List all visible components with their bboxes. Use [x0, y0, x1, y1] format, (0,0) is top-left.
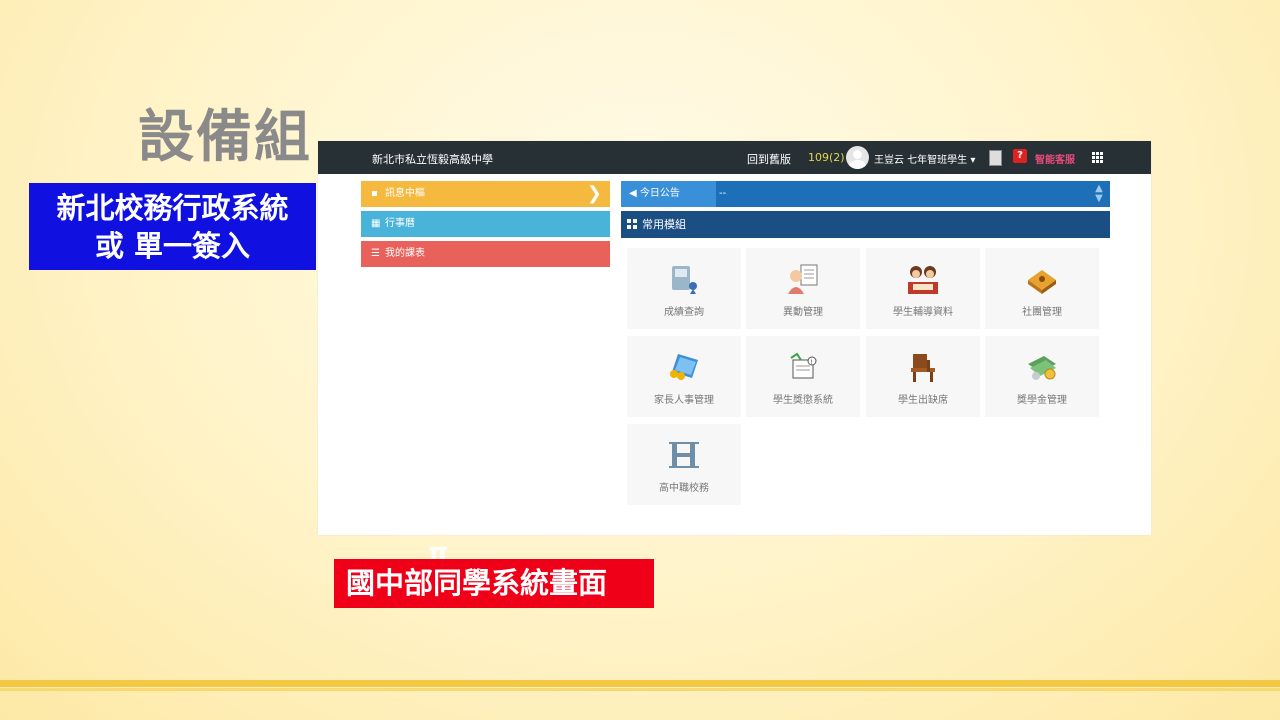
avatar[interactable]: [846, 146, 869, 169]
notice-title: 今日公告: [639, 188, 680, 199]
reward-icon: !: [790, 352, 817, 379]
grid-icon: [627, 219, 637, 229]
tile-label: 高中職校務: [659, 483, 709, 494]
term-label[interactable]: 109(2): [808, 151, 845, 164]
up-down-icon[interactable]: ▲ ▼: [1092, 184, 1106, 204]
menu-message-center[interactable]: ▪ 訊息中樞 ❯: [361, 181, 610, 207]
menu-label: 訊息中樞: [385, 188, 425, 199]
apps-grid-icon[interactable]: [1092, 152, 1104, 164]
menu-calendar[interactable]: ▦ 行事曆: [361, 211, 610, 237]
change-icon: [788, 264, 818, 294]
top-navbar: 新北市私立恆毅高級中學 回到舊版 109(2) 王豈云 七年智班學生 ▾ ? 智…: [318, 141, 1151, 174]
highschool-icon: [669, 442, 699, 468]
junior-high-caption: 國中部同學系統畫面: [334, 559, 654, 608]
tile-label: 學生獎懲系統: [773, 395, 833, 406]
module-grades[interactable]: 成績查詢: [627, 248, 741, 329]
smart-service-link[interactable]: 智能客服: [1035, 151, 1075, 166]
module-scholarship[interactable]: 獎學金管理: [985, 336, 1099, 417]
scholarship-icon: [1028, 356, 1056, 380]
tile-label: 學生輔導資料: [893, 307, 953, 318]
list-icon: ☰: [371, 248, 380, 259]
menu-label: 我的課表: [385, 248, 425, 259]
old-version-link[interactable]: 回到舊版: [747, 151, 791, 167]
megaphone-icon: ◀: [629, 188, 637, 199]
module-parents[interactable]: 家長人事管理: [627, 336, 741, 417]
menu-label: 行事曆: [385, 218, 415, 229]
module-change-management[interactable]: 異動管理: [746, 248, 860, 329]
notice-text: --: [719, 188, 727, 199]
tile-label: 異動管理: [783, 307, 823, 318]
tile-label: 學生出缺席: [898, 395, 948, 406]
system-callout: 新北校務行政系統 或 單一簽入: [29, 183, 316, 270]
tile-label: 獎學金管理: [1017, 395, 1067, 406]
callout-line-2: 或 單一簽入: [94, 229, 251, 263]
calendar-icon: ▦: [371, 218, 381, 229]
counseling-icon: [908, 266, 938, 294]
today-notice-bar[interactable]: ◀ 今日公告 -- ▲ ▼: [621, 181, 1110, 207]
module-clubs[interactable]: 社團管理: [985, 248, 1099, 329]
club-icon: [1028, 270, 1056, 294]
notice-label: ◀ 今日公告: [621, 181, 716, 207]
module-counseling[interactable]: 學生輔導資料: [866, 248, 980, 329]
module-attendance[interactable]: 學生出缺席: [866, 336, 980, 417]
common-modules-header: 常用模組: [621, 211, 1110, 238]
module-highschool[interactable]: 高中職校務: [627, 424, 741, 505]
slide-title: 設備組: [138, 105, 312, 170]
user-name: 王豈云 七年智班學生: [874, 155, 968, 166]
callout-line-1: 新北校務行政系統: [56, 191, 289, 225]
tile-label: 成績查詢: [664, 307, 704, 318]
chevron-right-icon: ❯: [586, 183, 602, 204]
bottom-stripe-thin: [0, 688, 1280, 691]
attendance-icon: [911, 354, 935, 382]
clipboard-icon[interactable]: [989, 150, 1002, 166]
svg-text:!: !: [811, 359, 813, 366]
menu-my-timetable[interactable]: ☰ 我的課表: [361, 241, 610, 267]
chat-icon: ▪: [371, 188, 378, 199]
tile-label: 社團管理: [1022, 307, 1062, 318]
modules-title: 常用模組: [642, 218, 686, 231]
tile-label: 家長人事管理: [654, 395, 714, 406]
parents-icon: [670, 354, 698, 380]
system-screenshot: 新北市私立恆毅高級中學 回到舊版 109(2) 王豈云 七年智班學生 ▾ ? 智…: [318, 141, 1151, 535]
user-menu[interactable]: 王豈云 七年智班學生 ▾: [874, 151, 975, 166]
school-name: 新北市私立恆毅高級中學: [372, 153, 493, 166]
bottom-stripe: [0, 680, 1280, 687]
module-rewards[interactable]: ! 學生獎懲系統: [746, 336, 860, 417]
help-icon[interactable]: ?: [1013, 149, 1027, 163]
grades-icon: [672, 266, 697, 294]
